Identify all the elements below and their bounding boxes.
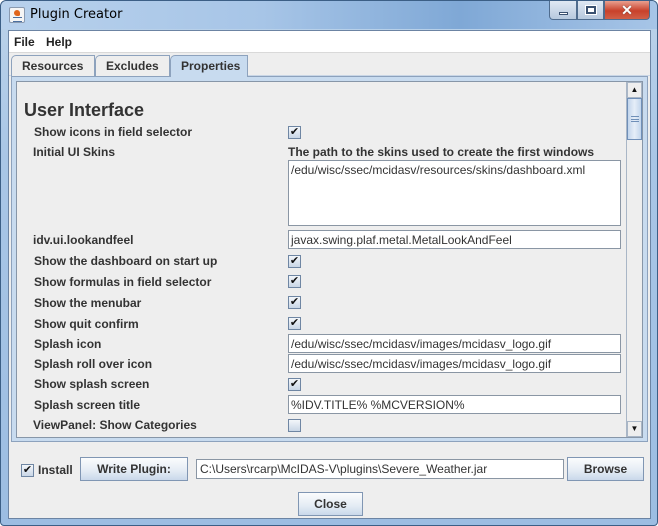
menu-help[interactable]: Help bbox=[46, 35, 72, 49]
initial-ui-skins-hint: The path to the skins used to create the… bbox=[288, 145, 595, 159]
splash-screen-title-input[interactable]: %IDV.TITLE% %MCVERSION% bbox=[288, 395, 621, 414]
plugin-creator-window: Plugin Creator ✕ File Help Resources Exc… bbox=[0, 0, 658, 526]
write-plugin-button[interactable]: Write Plugin: bbox=[80, 457, 188, 481]
close-button[interactable]: Close bbox=[298, 492, 363, 516]
minimize-icon bbox=[558, 11, 568, 15]
title-bar[interactable]: Plugin Creator ✕ bbox=[1, 1, 657, 29]
checkbox-show-icons[interactable]: ✔ bbox=[288, 126, 301, 139]
scroll-up-button[interactable]: ▲ bbox=[627, 82, 642, 98]
install-label: Install bbox=[38, 463, 73, 477]
plugin-path-input[interactable]: C:\Users\rcarp\McIDAS-V\plugins\Severe_W… bbox=[196, 459, 564, 479]
label-splash-rollover-icon: Splash roll over icon bbox=[34, 357, 153, 371]
menu-file[interactable]: File bbox=[14, 35, 35, 49]
label-lookandfeel: idv.ui.lookandfeel bbox=[33, 233, 134, 247]
lookandfeel-input[interactable]: javax.swing.plaf.metal.MetalLookAndFeel bbox=[288, 230, 621, 249]
checkbox-show-menubar[interactable]: ✔ bbox=[288, 296, 301, 309]
checkbox-show-quit-confirm[interactable]: ✔ bbox=[288, 317, 301, 330]
label-show-quit-confirm: Show quit confirm bbox=[34, 317, 139, 331]
label-show-dashboard: Show the dashboard on start up bbox=[34, 254, 218, 268]
window-content: File Help Resources Excludes Properties … bbox=[8, 30, 651, 519]
label-show-formulas: Show formulas in field selector bbox=[34, 275, 212, 289]
section-title: User Interface bbox=[24, 100, 145, 120]
label-show-icons: Show icons in field selector bbox=[34, 125, 193, 139]
checkbox-show-dashboard[interactable]: ✔ bbox=[288, 255, 301, 268]
install-checkbox[interactable]: ✔ bbox=[21, 464, 34, 477]
splash-icon-input[interactable]: /edu/wisc/ssec/mcidasv/images/mcidasv_lo… bbox=[288, 334, 621, 353]
checkbox-show-formulas[interactable]: ✔ bbox=[288, 275, 301, 288]
scrollbar-thumb[interactable] bbox=[627, 98, 642, 140]
checkbox-show-splash-screen[interactable]: ✔ bbox=[288, 378, 301, 391]
label-show-splash-screen: Show splash screen bbox=[34, 377, 150, 391]
browse-button[interactable]: Browse bbox=[567, 457, 644, 481]
maximize-button[interactable] bbox=[577, 1, 604, 20]
label-splash-screen-title: Splash screen title bbox=[34, 398, 141, 412]
label-splash-icon: Splash icon bbox=[34, 337, 102, 351]
grip-icon bbox=[631, 116, 639, 122]
maximize-icon bbox=[584, 5, 597, 15]
label-initial-ui-skins: Initial UI Skins bbox=[33, 145, 116, 159]
close-window-button[interactable]: ✕ bbox=[604, 1, 650, 20]
tab-properties[interactable]: Properties bbox=[170, 55, 248, 77]
splash-rollover-icon-input[interactable]: /edu/wisc/ssec/mcidasv/images/mcidasv_lo… bbox=[288, 354, 621, 373]
tab-resources[interactable]: Resources bbox=[11, 55, 95, 76]
label-show-menubar: Show the menubar bbox=[34, 296, 142, 310]
menu-bar: File Help bbox=[9, 31, 650, 53]
vertical-scrollbar[interactable]: ▲ ▼ bbox=[626, 82, 642, 437]
properties-panel: User Interface Show icons in field selec… bbox=[11, 76, 648, 442]
tab-excludes[interactable]: Excludes bbox=[95, 55, 170, 76]
close-icon: ✕ bbox=[621, 1, 633, 18]
minimize-button[interactable] bbox=[549, 1, 577, 20]
java-app-icon bbox=[9, 7, 25, 23]
initial-ui-skins-textarea[interactable]: /edu/wisc/ssec/mcidasv/resources/skins/d… bbox=[288, 160, 621, 226]
properties-scroll-area: User Interface Show icons in field selec… bbox=[16, 81, 643, 438]
checkbox-viewpanel-show-categories[interactable] bbox=[288, 419, 301, 432]
label-viewpanel-show-categories: ViewPanel: Show Categories bbox=[33, 418, 197, 432]
scroll-down-button[interactable]: ▼ bbox=[627, 421, 642, 437]
window-title: Plugin Creator bbox=[30, 7, 123, 22]
